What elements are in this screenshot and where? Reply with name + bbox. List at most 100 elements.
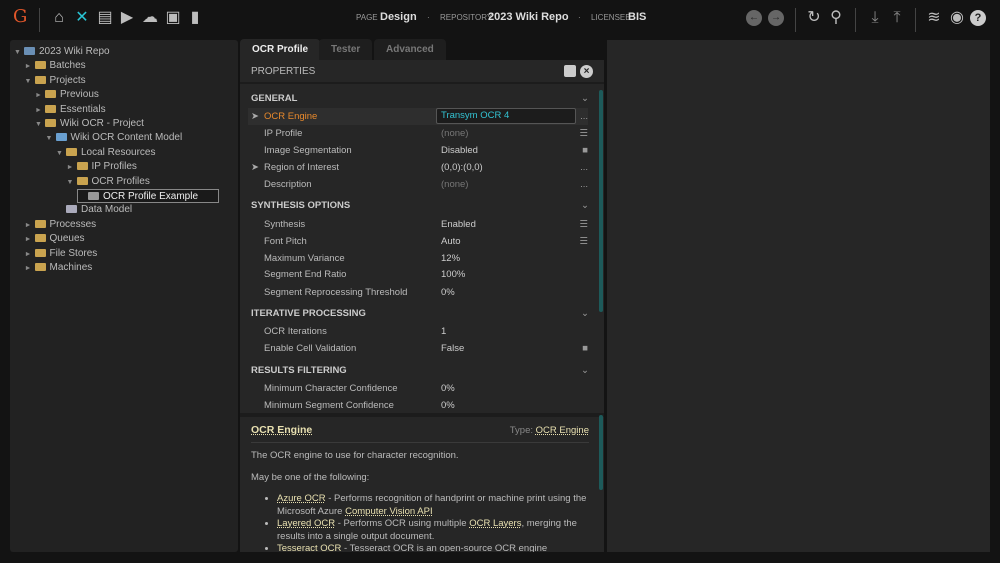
- collapsed-arrow-icon[interactable]: ►: [25, 248, 35, 262]
- media-box-icon[interactable]: ▶: [118, 9, 136, 27]
- briefcase-clock-icon[interactable]: ▣: [164, 9, 182, 27]
- property-editor-icon[interactable]: ☰: [579, 125, 588, 142]
- property-value[interactable]: 12%: [441, 250, 460, 267]
- tab-ocr-profile[interactable]: OCR Profile: [240, 39, 321, 60]
- help-title[interactable]: OCR Engine: [251, 424, 312, 436]
- tree-node[interactable]: ► Machines: [25, 261, 93, 275]
- help-type-link[interactable]: OCR Engine: [536, 425, 589, 436]
- property-editor-icon[interactable]: ☰: [579, 233, 588, 250]
- expanded-arrow-icon[interactable]: ▼: [14, 46, 24, 60]
- engine-link[interactable]: Azure OCR: [277, 493, 326, 504]
- tab-tester[interactable]: Tester: [319, 39, 373, 60]
- collapsed-arrow-icon[interactable]: ►: [35, 104, 45, 118]
- expanded-arrow-icon[interactable]: ▼: [25, 75, 35, 89]
- property-editor-icon[interactable]: ...: [580, 159, 588, 176]
- engine-link[interactable]: Tesseract OCR: [277, 543, 341, 552]
- property-value[interactable]: 0%: [441, 284, 455, 301]
- database-icon[interactable]: ≋: [925, 9, 943, 27]
- collapsed-arrow-icon[interactable]: ►: [25, 262, 35, 276]
- property-value[interactable]: 0%: [441, 397, 455, 414]
- tree-node[interactable]: ▼ OCR Profiles: [67, 175, 150, 189]
- tree-node[interactable]: ► Batches: [25, 59, 86, 73]
- tree-node[interactable]: ▼ Local Resources: [56, 146, 155, 160]
- reference-link[interactable]: Computer Vision API: [345, 506, 432, 517]
- user-icon[interactable]: ◉: [948, 9, 966, 27]
- property-section-header[interactable]: GENERAL ⌄: [251, 93, 589, 104]
- help-scrollbar[interactable]: [599, 415, 603, 490]
- property-value[interactable]: Disabled: [441, 142, 478, 159]
- property-editor-icon[interactable]: ...: [580, 176, 588, 193]
- property-row[interactable]: Minimum Segment Confidence 0%: [248, 397, 588, 414]
- expand-arrow-icon[interactable]: ➤: [251, 108, 259, 125]
- property-row[interactable]: Segment Reprocessing Threshold 0%: [248, 284, 588, 301]
- download-icon[interactable]: ⤓: [866, 9, 884, 27]
- property-value[interactable]: 100%: [441, 266, 465, 283]
- property-row[interactable]: Minimum Character Confidence 0%: [248, 380, 588, 397]
- bar-chart-icon[interactable]: ▮: [186, 9, 204, 27]
- property-row[interactable]: IP Profile (none) ☰: [248, 125, 588, 142]
- save-icon[interactable]: [564, 65, 576, 77]
- forward-icon[interactable]: →: [768, 10, 784, 26]
- cloud-upload-icon[interactable]: ☁: [141, 9, 159, 27]
- engine-link[interactable]: Layered OCR: [277, 518, 335, 529]
- archive-icon[interactable]: ▤: [96, 9, 114, 27]
- property-section-header[interactable]: ITERATIVE PROCESSING ⌄: [251, 308, 589, 319]
- collapsed-arrow-icon[interactable]: ►: [25, 60, 35, 74]
- tree-node[interactable]: ▼ Wiki OCR Content Model: [46, 131, 183, 145]
- expanded-arrow-icon[interactable]: ▼: [67, 176, 77, 190]
- property-value[interactable]: Enabled: [441, 216, 476, 233]
- search-icon[interactable]: ⚲: [827, 9, 845, 27]
- refresh-icon[interactable]: ↻: [805, 9, 823, 27]
- property-value[interactable]: Auto: [441, 233, 461, 250]
- property-row[interactable]: Font Pitch Auto ☰: [248, 233, 588, 250]
- tree-node[interactable]: ► File Stores: [25, 247, 98, 261]
- tree-node[interactable]: Data Model: [56, 203, 132, 217]
- property-editor-icon[interactable]: ■: [582, 340, 588, 357]
- tree-node[interactable]: ► IP Profiles: [67, 160, 137, 174]
- chevron-down-icon[interactable]: ⌄: [581, 365, 589, 376]
- tab-advanced[interactable]: Advanced: [374, 39, 446, 60]
- property-editor-icon[interactable]: ■: [582, 142, 588, 159]
- tree-node[interactable]: ▼ Wiki OCR - Project: [35, 117, 144, 131]
- property-editor-icon[interactable]: ☰: [579, 216, 588, 233]
- property-value[interactable]: (0,0):(0,0): [441, 159, 483, 176]
- property-value[interactable]: (none): [441, 125, 468, 142]
- home-icon[interactable]: ⌂: [50, 9, 68, 27]
- chevron-down-icon[interactable]: ⌄: [581, 200, 589, 211]
- tree-node[interactable]: ► Previous: [35, 88, 99, 102]
- tree-node[interactable]: ▼ Projects: [25, 74, 86, 88]
- property-row[interactable]: Maximum Variance 12%: [248, 250, 588, 267]
- collapsed-arrow-icon[interactable]: ►: [25, 219, 35, 233]
- property-row[interactable]: Image Segmentation Disabled ■: [248, 142, 588, 159]
- tree-node[interactable]: ▼ 2023 Wiki Repo: [14, 45, 110, 59]
- tree-node[interactable]: ► Processes: [25, 218, 97, 232]
- property-value[interactable]: False: [441, 340, 464, 357]
- property-value[interactable]: (none): [441, 176, 468, 193]
- expand-arrow-icon[interactable]: ➤: [251, 159, 259, 176]
- back-icon[interactable]: ←: [746, 10, 762, 26]
- expanded-arrow-icon[interactable]: ▼: [56, 147, 66, 161]
- tree-node[interactable]: ► Essentials: [35, 103, 106, 117]
- collapsed-arrow-icon[interactable]: ►: [35, 89, 45, 103]
- chevron-down-icon[interactable]: ⌄: [581, 93, 589, 104]
- property-row[interactable]: Enable Cell Validation False ■: [248, 340, 588, 357]
- upload-icon[interactable]: ⤒: [888, 9, 906, 27]
- expanded-arrow-icon[interactable]: ▼: [35, 118, 45, 132]
- property-row[interactable]: ➤ Region of Interest (0,0):(0,0)...: [248, 159, 588, 176]
- property-row[interactable]: Description (none)...: [248, 176, 588, 193]
- property-value-input[interactable]: Transym OCR 4: [436, 108, 576, 124]
- property-row[interactable]: Synthesis Enabled ☰: [248, 216, 588, 233]
- close-icon[interactable]: ×: [580, 65, 593, 78]
- expanded-arrow-icon[interactable]: ▼: [46, 132, 56, 146]
- chevron-down-icon[interactable]: ⌄: [581, 308, 589, 319]
- property-section-header[interactable]: RESULTS FILTERING ⌄: [251, 365, 589, 376]
- help-icon[interactable]: ?: [970, 10, 986, 26]
- property-section-header[interactable]: SYNTHESIS OPTIONS ⌄: [251, 200, 589, 211]
- property-editor-icon[interactable]: ...: [580, 108, 588, 125]
- reference-link[interactable]: OCR Layers: [469, 518, 521, 529]
- property-value[interactable]: 0%: [441, 380, 455, 397]
- collapsed-arrow-icon[interactable]: ►: [67, 161, 77, 175]
- property-value[interactable]: 1: [441, 323, 446, 340]
- tree-node[interactable]: ► Queues: [25, 232, 85, 246]
- tools-icon[interactable]: ✕: [73, 9, 91, 27]
